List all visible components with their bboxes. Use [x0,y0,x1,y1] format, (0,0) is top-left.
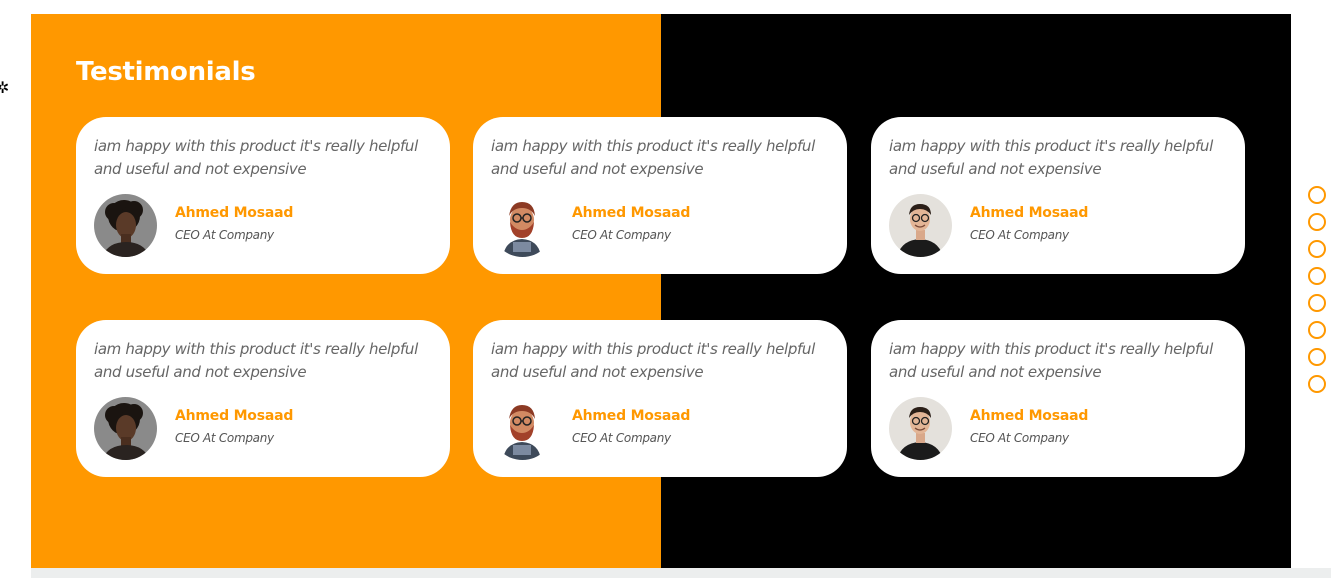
testimonial-role: CEO At Company [572,431,671,445]
testimonial-quote: iam happy with this product it's really … [889,340,1213,381]
testimonial-card: iam happy with this product it's really … [473,320,847,477]
testimonial-role: CEO At Company [175,228,274,242]
testimonial-name: Ahmed Mosaad [970,205,1089,221]
bearded-man-illustration-avatar [491,194,554,257]
testimonial-role: CEO At Company [175,431,274,445]
testimonial-quote: iam happy with this product it's really … [491,137,815,178]
section-title: Testimonials [76,57,256,87]
testimonial-card: iam happy with this product it's really … [76,117,450,274]
woman-photo-avatar [94,397,157,460]
testimonial-name: Ahmed Mosaad [175,205,294,221]
man-glasses-photo-avatar [889,397,952,460]
nav-dot-4[interactable] [1308,267,1326,285]
testimonial-quote: iam happy with this product it's really … [94,137,418,178]
side-nav-dots [1308,186,1328,402]
testimonial-role: CEO At Company [970,431,1069,445]
nav-dot-3[interactable] [1308,240,1326,258]
footer-strip [31,568,1331,578]
testimonial-role: CEO At Company [970,228,1069,242]
nav-dot-7[interactable] [1308,348,1326,366]
testimonial-quote: iam happy with this product it's really … [889,137,1213,178]
gear-icon[interactable]: ✲ [0,80,9,96]
man-glasses-photo-avatar [889,194,952,257]
nav-dot-8[interactable] [1308,375,1326,393]
testimonial-card: iam happy with this product it's really … [871,117,1245,274]
testimonial-card: iam happy with this product it's really … [871,320,1245,477]
testimonial-role: CEO At Company [572,228,671,242]
testimonial-quote: iam happy with this product it's really … [94,340,418,381]
testimonial-name: Ahmed Mosaad [175,408,294,424]
testimonial-card: iam happy with this product it's really … [76,320,450,477]
woman-photo-avatar [94,194,157,257]
testimonials-section: Testimonials iam happy with this product… [31,14,1291,568]
testimonial-name: Ahmed Mosaad [572,205,691,221]
nav-dot-5[interactable] [1308,294,1326,312]
testimonial-name: Ahmed Mosaad [572,408,691,424]
testimonial-card: iam happy with this product it's really … [473,117,847,274]
nav-dot-6[interactable] [1308,321,1326,339]
nav-dot-2[interactable] [1308,213,1326,231]
testimonial-quote: iam happy with this product it's really … [491,340,815,381]
bearded-man-illustration-avatar [491,397,554,460]
nav-dot-1[interactable] [1308,186,1326,204]
testimonial-name: Ahmed Mosaad [970,408,1089,424]
